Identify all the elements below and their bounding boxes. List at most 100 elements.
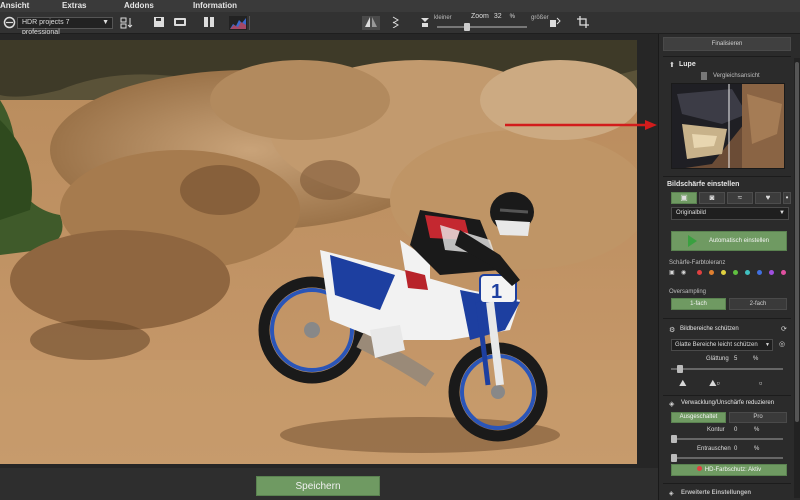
oversampling-1x-button[interactable]: 1-fach — [671, 298, 726, 310]
blur-title: Verwacklung/Unschärfe reduzieren — [681, 400, 775, 406]
zoom-out-icon[interactable] — [418, 16, 432, 30]
project-select[interactable]: HDR projects 7 professional ▼ — [17, 17, 113, 36]
menu-ansicht[interactable]: Ansicht — [0, 1, 29, 10]
finalize-button[interactable]: Finalisieren — [663, 37, 791, 51]
advanced-icon: ◈ — [669, 491, 674, 497]
crop-icon[interactable] — [576, 16, 590, 30]
auto-adjust-label: Automatisch einstellen — [708, 238, 770, 244]
denoise-slider-knob[interactable] — [671, 454, 677, 462]
protect-gear-icon: ⚙ — [669, 327, 676, 334]
blur-off-button[interactable]: Ausgeschaltet — [671, 412, 726, 423]
color-dot[interactable] — [769, 270, 774, 275]
protect-area-icon[interactable]: ⛰ — [679, 378, 687, 389]
smoothing-slider[interactable] — [671, 365, 783, 373]
app-logo-icon[interactable] — [2, 16, 16, 30]
menu-bar: Ansicht Extras Addons Information — [0, 0, 800, 12]
play-icon — [688, 235, 697, 247]
sharpness-title: Bildschärfe einstellen — [667, 181, 740, 188]
contour-unit: % — [754, 427, 760, 433]
sharpness-mode-camera-icon[interactable]: ◙ — [699, 192, 725, 204]
advanced-settings-title[interactable]: Erweiterte Einstellungen — [681, 490, 751, 496]
smoothing-unit: % — [753, 356, 759, 362]
divider — [663, 176, 791, 177]
bottom-bar: Speichern — [0, 468, 658, 500]
tolerance-image-icon[interactable]: ▣ — [669, 269, 675, 276]
zoom-smaller-label: kleiner — [434, 15, 452, 21]
panel-scrollbar-thumb[interactable] — [795, 62, 799, 422]
protect-camera-icon[interactable]: ▫ — [759, 378, 762, 388]
panel-scrollbar[interactable] — [794, 58, 800, 498]
sharpness-mode-drop-icon[interactable]: • — [783, 192, 791, 204]
color-dot[interactable] — [757, 270, 762, 275]
denoise-slider[interactable] — [671, 454, 783, 462]
smoothing-slider-knob[interactable] — [677, 365, 683, 373]
zoom-readout: Zoom 32 % — [471, 13, 515, 20]
sharpness-mode-wave-icon[interactable]: ≈ — [727, 192, 753, 204]
hd-color-protection-button[interactable]: HD-Farbschutz: Aktiv — [671, 464, 787, 476]
motocross-photo[interactable]: 1 — [0, 40, 637, 464]
export-icon[interactable] — [173, 16, 187, 30]
denoise-value: 0 — [734, 446, 738, 452]
auto-adjust-button[interactable]: Automatisch einstellen — [671, 231, 787, 251]
sharpness-preset-value: Originalbild — [676, 210, 707, 216]
menu-extras[interactable]: Extras — [62, 1, 86, 10]
histogram-icon[interactable] — [229, 16, 247, 30]
color-dot[interactable] — [721, 270, 726, 275]
zoom-unit: % — [509, 14, 515, 20]
lupe-title: Lupe — [679, 61, 696, 68]
divider — [663, 318, 791, 319]
svg-text:1: 1 — [491, 281, 502, 303]
divider — [663, 483, 791, 484]
mirror-icon[interactable] — [389, 16, 403, 30]
image-canvas[interactable]: 1 — [0, 34, 658, 468]
color-dot[interactable] — [745, 270, 750, 275]
zoom-value: 32 — [493, 13, 502, 20]
sharpness-preset-select[interactable]: Originalbild ▼ — [671, 207, 789, 220]
color-tolerance-label: Schärfe-Farbtoleranz — [669, 260, 726, 266]
zoom-slider-thumb[interactable] — [464, 23, 470, 31]
contour-slider[interactable] — [671, 435, 783, 443]
zoom-label: Zoom — [471, 13, 489, 20]
protect-refresh-icon[interactable]: ⟳ — [781, 325, 787, 333]
menu-information[interactable]: Information — [193, 1, 237, 10]
blur-pro-button[interactable]: Pro — [729, 412, 787, 423]
split-view-icon[interactable] — [202, 16, 216, 30]
denoise-label: Entrauschen — [697, 446, 731, 452]
protect-area-camera-icon[interactable]: ⛰▫ — [709, 378, 720, 389]
compare-checkbox[interactable] — [701, 72, 707, 80]
compare-label: Vergleichsansicht — [713, 73, 760, 79]
settings-panel: Finalisieren ⬆ Lupe Vergleichsansicht Bi… — [658, 34, 800, 500]
blur-icon: ◈ — [669, 401, 675, 408]
pointer-arrow-icon — [505, 120, 657, 130]
toolbar: HDR projects 7 professional ▼ kleiner Zo… — [0, 12, 800, 36]
color-dot[interactable] — [697, 270, 702, 275]
color-dot[interactable] — [733, 270, 738, 275]
protect-select[interactable]: Glatte Bereiche leicht schützen ▼ — [671, 339, 773, 351]
sharpness-mode-image-icon[interactable]: ▣ — [671, 192, 697, 204]
save-button[interactable]: Speichern — [256, 476, 380, 496]
chevron-down-icon: ▼ — [779, 210, 785, 216]
compare-icon[interactable] — [362, 16, 380, 30]
divider — [663, 395, 791, 396]
denoise-unit: % — [754, 446, 760, 452]
sort-icon[interactable] — [120, 16, 134, 30]
contour-slider-knob[interactable] — [671, 435, 677, 443]
zoom-in-icon[interactable] — [548, 16, 562, 30]
oversampling-2x-button[interactable]: 2-fach — [729, 298, 787, 310]
contour-value: 0 — [734, 427, 738, 433]
hd-color-protection-label: HD-Farbschutz: Aktiv — [704, 467, 762, 473]
protect-options-icon[interactable]: ◎ — [779, 340, 785, 348]
protect-title: Bildbereiche schützen — [680, 326, 739, 332]
color-dot[interactable] — [709, 270, 714, 275]
zoom-slider[interactable] — [437, 23, 527, 31]
chevron-down-icon: ▼ — [102, 19, 109, 26]
contour-label: Kontur — [707, 427, 725, 433]
smoothing-value: 5 — [734, 356, 738, 362]
tolerance-gear-icon[interactable]: ◉ — [681, 269, 686, 276]
menu-addons[interactable]: Addons — [124, 1, 154, 10]
save-file-icon[interactable] — [152, 16, 166, 30]
magnifier-view[interactable] — [671, 83, 785, 169]
toolbar-divider — [249, 16, 250, 30]
color-dot[interactable] — [781, 270, 786, 275]
sharpness-mode-leaf-icon[interactable]: ♥ — [755, 192, 781, 204]
